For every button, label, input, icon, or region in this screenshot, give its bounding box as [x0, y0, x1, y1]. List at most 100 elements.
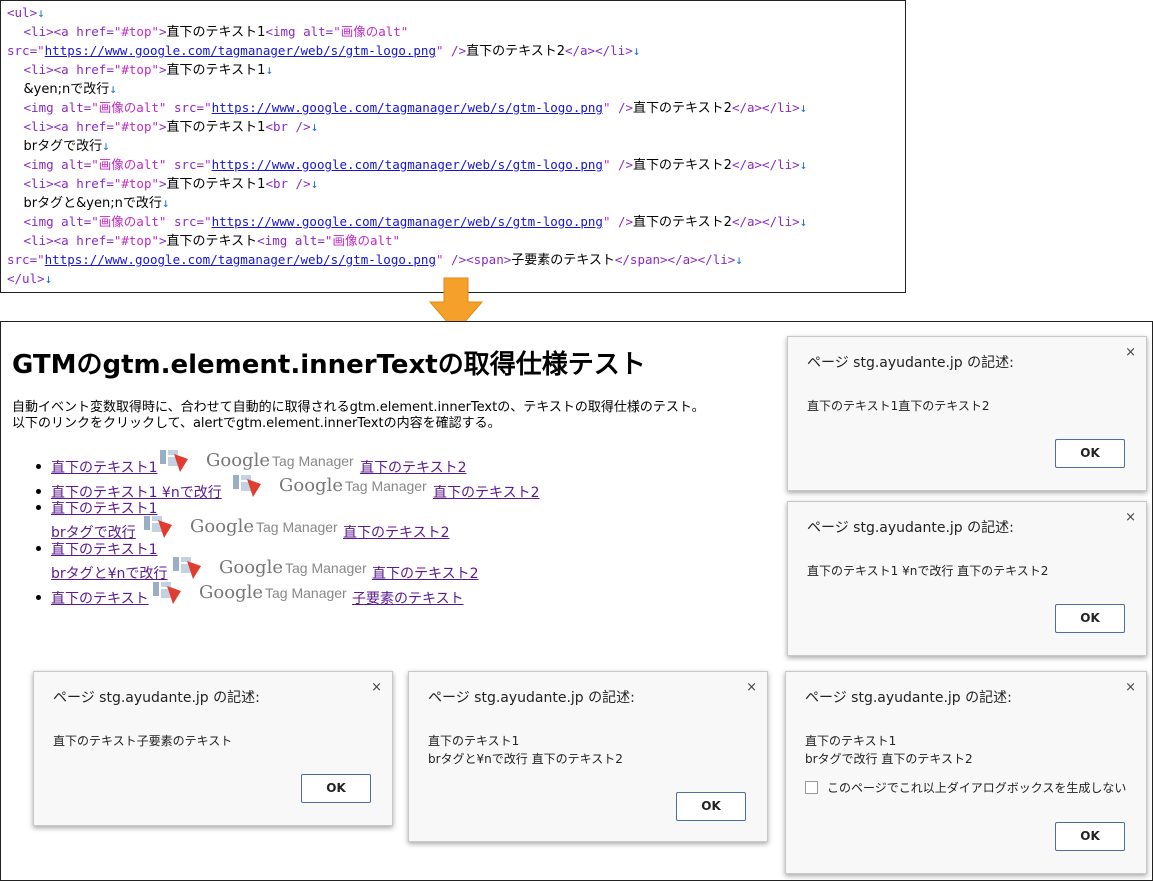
code-token [7, 215, 24, 230]
link-item-3-text2[interactable]: 直下のテキスト2 [343, 522, 450, 542]
code-token[interactable]: https://www.google.com/tagmanager/web/s/… [45, 252, 436, 267]
code-line: <li><a href="#top">直下のテキスト1<img alt="画像の… [7, 22, 416, 41]
ok-button[interactable]: OK [1055, 439, 1125, 468]
alert-dialog: ページ stg.ayudante.jp の記述: × 直下のテキスト1 brタグ… [408, 671, 768, 842]
line-break-icon: ↓ [102, 138, 110, 153]
ok-button[interactable]: OK [301, 774, 371, 803]
code-token [7, 63, 24, 78]
dialog-message-line-1: 直下のテキスト1 [805, 732, 896, 750]
code-token: " [436, 252, 444, 267]
code-token[interactable]: https://www.google.com/tagmanager/web/s/… [45, 43, 436, 58]
dialog-title: ページ stg.ayudante.jp の記述: [428, 687, 635, 707]
gtm-logo-image[interactable]: Google Tag Manager [160, 448, 360, 474]
line-break-icon: ↓ [800, 100, 808, 115]
link-item-3-text1[interactable]: 直下のテキスト1 [51, 498, 158, 518]
line-break-icon: ↓ [109, 81, 117, 96]
link-item-4-text1[interactable]: 直下のテキスト1 [51, 539, 158, 559]
ok-button[interactable]: OK [676, 792, 746, 821]
code-token: </a></li> [732, 157, 800, 172]
list-bullet [36, 464, 41, 469]
code-token[interactable]: https://www.google.com/tagmanager/web/s/… [212, 100, 603, 115]
dialog-message: 直下のテキスト子要素のテキスト [53, 732, 232, 750]
close-icon[interactable]: × [371, 680, 382, 695]
close-icon[interactable]: × [1125, 510, 1136, 525]
code-token: <img [24, 214, 62, 229]
link-item-4-text2[interactable]: 直下のテキスト2 [372, 563, 479, 583]
link-item-5-span[interactable]: 子要素のテキスト [352, 588, 464, 608]
code-line: src= "https://www.google.com/tagmanager/w… [7, 41, 640, 60]
gtm-tag-manager-wordmark: Tag Manager [265, 585, 347, 601]
gtm-google-wordmark: Google [199, 582, 263, 603]
code-token: 直下のテキスト [167, 234, 258, 249]
code-token: 直下のテキスト1 [167, 25, 266, 40]
dialog-message-line-1: 直下のテキスト1 [428, 732, 519, 750]
line-break-icon: ↓ [45, 271, 53, 286]
code-token: /> [610, 214, 633, 229]
code-token: "#top" [114, 119, 159, 134]
gtm-tag-manager-wordmark: Tag Manager [256, 519, 338, 535]
ok-button[interactable]: OK [1055, 822, 1125, 851]
code-token: href= [76, 233, 114, 248]
gtm-logo-image[interactable]: Google Tag Manager [153, 580, 353, 606]
list-bullet [36, 489, 41, 494]
ok-button[interactable]: OK [1055, 604, 1125, 633]
link-item-1-text1[interactable]: 直下のテキスト1 [51, 457, 158, 477]
gtm-tag-manager-wordmark: Tag Manager [345, 478, 427, 494]
page-title: GTMのgtm.element.innerTextの取得仕様テスト [12, 344, 646, 381]
code-token [400, 233, 408, 248]
code-token: src= [166, 157, 204, 172]
gtm-logo-icon [173, 555, 201, 579]
checkbox-icon[interactable] [805, 781, 818, 794]
code-token: "#top" [114, 62, 159, 77]
code-line: <ul>↓ [7, 3, 45, 22]
code-line: <img alt="画像のalt" src="https://www.googl… [7, 212, 807, 231]
link-item-4-line2[interactable]: brタグと¥nで改行 [51, 563, 167, 583]
gtm-logo-image[interactable]: Google Tag Manager [173, 555, 373, 581]
code-token: </a></li> [732, 214, 800, 229]
code-token: /> [444, 252, 467, 267]
code-token[interactable]: https://www.google.com/tagmanager/web/s/… [212, 214, 603, 229]
code-token [7, 234, 24, 249]
dialog-message: 直下のテキスト1 ¥nで改行 直下のテキスト2 [807, 562, 1048, 580]
code-token: </ul> [7, 271, 45, 286]
suppress-dialogs-checkbox[interactable]: このページでこれ以上ダイアログボックスを生成しない [805, 779, 1126, 796]
code-token: href= [76, 176, 114, 191]
code-token: 子要素のテキスト [511, 253, 615, 268]
code-token: " [436, 43, 444, 58]
link-item-5-text1[interactable]: 直下のテキスト [51, 588, 149, 608]
code-token: <ul> [7, 5, 37, 20]
alert-dialog: ページ stg.ayudante.jp の記述: × 直下のテキスト1 ¥nで改… [787, 501, 1147, 656]
gtm-tag-manager-wordmark: Tag Manager [272, 453, 354, 469]
description-line-2: 以下のリンクをクリックして、alertでgtm.element.innerTex… [12, 416, 501, 431]
gtm-logo-image[interactable]: Google Tag Manager [233, 473, 433, 499]
code-token[interactable]: https://www.google.com/tagmanager/web/s/… [212, 157, 603, 172]
code-token: </a></li> [565, 43, 633, 58]
code-token: "#top" [114, 176, 159, 191]
code-token: "#top" [114, 24, 159, 39]
list-bullet [36, 546, 41, 551]
code-token: <img [24, 100, 62, 115]
code-token: 直下のテキスト1 [167, 177, 266, 192]
code-token: "#top" [114, 233, 159, 248]
gtm-tag-manager-wordmark: Tag Manager [285, 560, 367, 576]
close-icon[interactable]: × [1125, 680, 1136, 695]
close-icon[interactable]: × [1125, 345, 1136, 360]
gtm-logo-icon [233, 473, 261, 497]
dialog-message-line-2: brタグで改行 直下のテキスト2 [805, 750, 973, 768]
code-token: "画像のalt" [91, 214, 166, 229]
code-token: 直下のテキスト2 [633, 215, 732, 230]
alert-dialog: ページ stg.ayudante.jp の記述: × 直下のテキスト1直下のテキ… [787, 336, 1147, 491]
close-icon[interactable]: × [746, 680, 757, 695]
gtm-google-wordmark: Google [206, 450, 270, 471]
code-token [7, 120, 24, 135]
code-line: brタグと&yen;nで改行↓ [7, 193, 169, 212]
code-token: <img [24, 157, 62, 172]
code-token: > [159, 62, 167, 77]
link-item-2-text2[interactable]: 直下のテキスト2 [433, 482, 540, 502]
code-token: <li><a [24, 24, 77, 39]
code-token: " [204, 100, 212, 115]
line-break-icon: ↓ [735, 252, 743, 267]
code-token: src= [7, 43, 37, 58]
dialog-title: ページ stg.ayudante.jp の記述: [807, 352, 1014, 372]
gtm-logo-image[interactable]: Google Tag Manager [144, 514, 344, 540]
